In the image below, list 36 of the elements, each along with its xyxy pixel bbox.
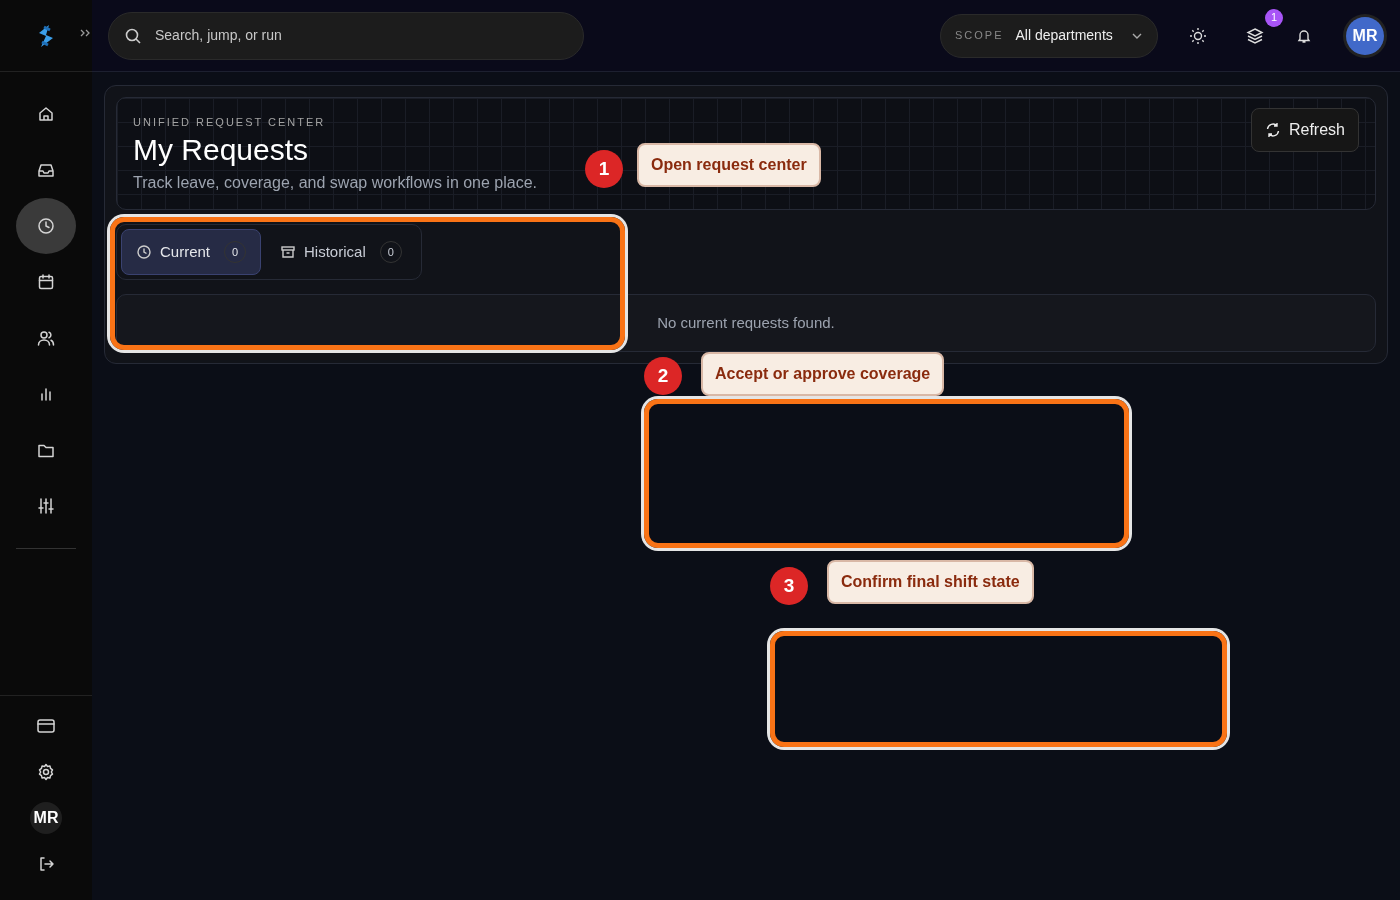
home-icon xyxy=(37,105,55,123)
page-eyebrow: UNIFIED REQUEST CENTER xyxy=(133,115,327,130)
layers-icon xyxy=(1246,26,1264,45)
tab[interactable]: Current 0 xyxy=(121,229,262,275)
search-icon xyxy=(125,27,141,44)
tab[interactable]: Historical 0 xyxy=(265,229,417,275)
users-icon xyxy=(37,329,55,347)
logout-icon xyxy=(37,855,55,873)
step-callout: Open request center xyxy=(637,143,821,187)
calendar-icon xyxy=(37,273,55,291)
user-avatar[interactable]: MR xyxy=(30,802,62,834)
billing-icon xyxy=(36,717,56,735)
settings-icon xyxy=(37,763,55,781)
scope-select[interactable]: SCOPE All departments xyxy=(940,13,1158,58)
refresh-icon xyxy=(1264,122,1281,138)
clock-icon xyxy=(136,244,152,260)
bell-icon xyxy=(1296,27,1312,44)
archive-icon xyxy=(280,244,297,260)
user-avatar[interactable]: MR xyxy=(1346,16,1384,55)
step-callout: Confirm final shift state xyxy=(827,560,1034,604)
notification-badge: 1 xyxy=(1265,8,1283,27)
sliders-icon xyxy=(37,497,55,515)
clock-icon xyxy=(37,217,55,235)
sidebar-item[interactable] xyxy=(16,198,76,254)
refresh-button[interactable]: Refresh xyxy=(1250,108,1359,152)
empty-message: No current requests found. xyxy=(657,312,835,333)
page-title: My Requests xyxy=(133,132,310,167)
layers-button[interactable] xyxy=(1246,26,1264,45)
inbox-icon xyxy=(37,161,55,179)
sun-icon xyxy=(1189,26,1207,45)
step-number: 2 xyxy=(644,357,682,395)
search-bar[interactable]: Search, jump, or run xyxy=(108,11,584,60)
step-number: 3 xyxy=(770,567,808,605)
step-callout: Accept or approve coverage xyxy=(701,352,945,396)
search-field[interactable]: Search, jump, or run xyxy=(153,24,567,47)
page-subtitle: Track leave, coverage, and swap workflows in one place. xyxy=(133,173,538,193)
